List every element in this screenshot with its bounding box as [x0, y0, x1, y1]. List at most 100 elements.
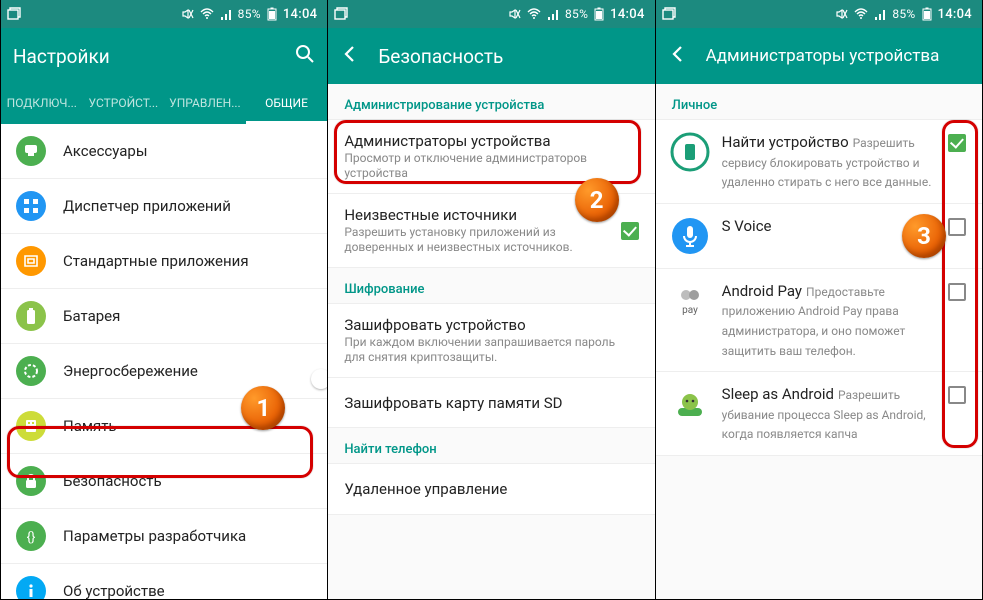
section-personal: Личное — [656, 84, 982, 119]
admin-item-android-pay[interactable]: pay Android Pay Предоставьте приложению … — [656, 268, 982, 371]
item-title: Удаленное управление — [344, 480, 638, 498]
list-item-battery[interactable]: Батарея — [1, 288, 327, 343]
page-title: Администраторы устройства — [706, 46, 940, 66]
time: 14:04 — [938, 7, 972, 22]
status-bar: 85% 14:04 — [656, 0, 982, 28]
list-item-label: Диспетчер приложений — [63, 197, 313, 215]
admin-title: Найти устройство — [722, 133, 849, 151]
mute-icon — [509, 8, 521, 20]
accessories-icon — [15, 135, 47, 167]
list-item-app-manager[interactable]: Диспетчер приложений — [1, 178, 327, 233]
app-bar: Настройки — [1, 28, 327, 84]
storage-icon — [15, 410, 47, 442]
status-bar: 85% 14:04 — [1, 0, 327, 28]
signal-icon — [874, 8, 886, 20]
screenshot-icon — [662, 7, 676, 21]
page-title: Настройки — [13, 45, 110, 68]
app-bar: Безопасность — [328, 28, 654, 84]
admin-title: S Voice — [722, 217, 772, 235]
time: 14:04 — [610, 7, 644, 22]
section-find-phone: Найти телефон — [328, 428, 654, 463]
app-bar: Администраторы устройства — [656, 28, 982, 84]
admin-item-sleep-android[interactable]: Sleep as Android Разрешить убивание проц… — [656, 371, 982, 455]
svg-text:pay: pay — [682, 305, 698, 316]
battery-pct: 85% — [565, 7, 588, 21]
wifi-icon — [200, 8, 214, 20]
list-item-remote[interactable]: Удаленное управление — [328, 464, 654, 514]
wifi-icon — [527, 8, 541, 20]
screenshot-icon — [7, 7, 21, 21]
apps-icon — [15, 190, 47, 222]
screenshot-icon — [334, 7, 348, 21]
search-icon[interactable] — [295, 44, 315, 68]
admin-title: Sleep as Android — [722, 385, 834, 403]
checkbox-sleep-android[interactable] — [948, 386, 968, 406]
section-admin: Администрирование устройства — [328, 84, 654, 119]
admins-list[interactable]: Личное Найти устройство Разрешить сервис… — [656, 84, 982, 599]
battery-pct: 85% — [238, 7, 261, 21]
page-title: Безопасность — [378, 45, 503, 68]
admin-title: Android Pay — [722, 282, 802, 300]
item-title: Администраторы устройства — [344, 132, 638, 150]
back-button[interactable] — [668, 44, 688, 68]
item-title: Зашифровать карту памяти SD — [344, 394, 638, 412]
list-item-encrypt-sd[interactable]: Зашифровать карту памяти SD — [328, 377, 654, 427]
list-item-security[interactable]: Безопасность — [1, 453, 327, 508]
battery-icon — [922, 7, 932, 21]
lock-icon — [15, 465, 47, 497]
list-item-label: Память — [63, 417, 313, 435]
battery-pct: 85% — [892, 7, 915, 21]
tab-manage[interactable]: УПРАВЛЕН... — [164, 84, 246, 124]
about-icon — [15, 575, 47, 599]
list-item-default-apps[interactable]: Стандартные приложения — [1, 233, 327, 288]
list-item-label: Энергосбережение — [63, 362, 297, 380]
mute-icon — [182, 8, 194, 20]
list-item-label: Аксессуары — [63, 142, 313, 160]
battery-icon — [15, 300, 47, 332]
list-item-power-saving[interactable]: Энергосбережение — [1, 343, 327, 398]
item-sub: Разрешить установку приложений из довере… — [344, 225, 604, 255]
battery-icon — [267, 7, 277, 21]
admin-item-s-voice[interactable]: S Voice — [656, 203, 982, 268]
wifi-icon — [854, 8, 868, 20]
time: 14:04 — [283, 7, 317, 22]
screen-security: 85% 14:04 Безопасность Администрирование… — [328, 0, 654, 599]
checkbox-s-voice[interactable] — [948, 218, 968, 238]
status-bar: 85% 14:04 — [328, 0, 654, 28]
item-title: Зашифровать устройство — [344, 316, 638, 334]
back-button[interactable] — [340, 44, 360, 68]
list-item-label: Об устройстве — [63, 582, 313, 599]
list-item-label: Параметры разработчика — [63, 527, 313, 545]
svg-text:{}: {} — [27, 530, 36, 545]
list-item-encrypt[interactable]: Зашифровать устройство При каждом включе… — [328, 304, 654, 377]
battery-icon — [594, 7, 604, 21]
list-item-device-admins[interactable]: Администраторы устройства Просмотр и отк… — [328, 120, 654, 193]
default-apps-icon — [15, 245, 47, 277]
sleep-android-icon — [670, 384, 710, 424]
find-device-icon — [670, 132, 710, 172]
item-sub: Просмотр и отключение администраторов ус… — [344, 151, 638, 181]
admin-item-find-device[interactable]: Найти устройство Разрешить сервису блоки… — [656, 120, 982, 203]
list-item-label: Безопасность — [63, 472, 313, 490]
list-item-accessories[interactable]: Аксессуары — [1, 124, 327, 178]
dev-icon: {} — [15, 520, 47, 552]
tab-device[interactable]: УСТРОЙСТ... — [83, 84, 165, 124]
checkbox-unknown-sources[interactable] — [621, 222, 639, 240]
settings-list[interactable]: Аксессуары Диспетчер приложений Стандарт… — [1, 124, 327, 599]
security-list[interactable]: Администрирование устройства Администрат… — [328, 84, 654, 599]
item-sub: При каждом включении запрашивается парол… — [344, 335, 638, 365]
list-item-about[interactable]: Об устройстве — [1, 563, 327, 599]
list-item-unknown-sources[interactable]: Неизвестные источники Разрешить установк… — [328, 193, 654, 267]
checkbox-android-pay[interactable] — [948, 283, 968, 303]
screen-device-admins: 85% 14:04 Администраторы устройства Личн… — [656, 0, 982, 599]
section-encryption: Шифрование — [328, 268, 654, 303]
list-item-storage[interactable]: Память — [1, 398, 327, 453]
tab-general[interactable]: ОБЩИЕ — [246, 84, 328, 124]
checkbox-find-device[interactable] — [948, 134, 968, 154]
list-item-label: Батарея — [63, 307, 313, 325]
signal-icon — [220, 8, 232, 20]
list-item-developer[interactable]: {} Параметры разработчика — [1, 508, 327, 563]
tab-connections[interactable]: ПОДКЛЮЧ... — [1, 84, 83, 124]
item-title: Неизвестные источники — [344, 206, 604, 224]
powersave-icon — [15, 355, 47, 387]
